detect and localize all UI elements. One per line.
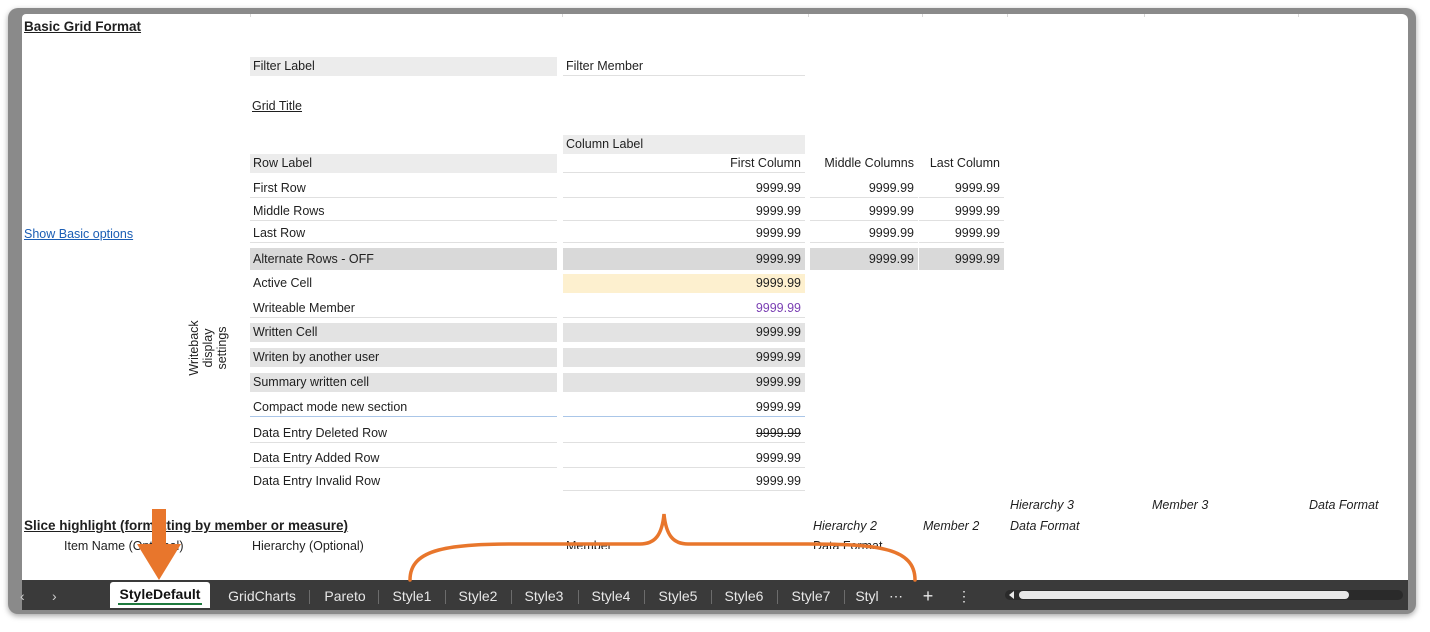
column-label-cell[interactable]: Column Label xyxy=(563,135,805,154)
value-cell[interactable]: 9999.99 xyxy=(919,248,1004,270)
tab-separator xyxy=(711,590,712,604)
tab-separator xyxy=(511,590,512,604)
data-format2-cell[interactable]: Data Format xyxy=(1010,517,1079,535)
section-title-basic-grid: Basic Grid Format xyxy=(24,19,142,34)
value-cell[interactable]: 9999.99 xyxy=(563,224,805,243)
section-title-slice-highlight: Slice highlight (formatting by member or… xyxy=(24,518,349,533)
row-label-header[interactable]: Row Label xyxy=(250,154,557,173)
writeable-member-value[interactable]: 9999.99 xyxy=(563,299,805,318)
active-cell-value[interactable]: 9999.99 xyxy=(563,274,805,293)
added-row-value[interactable]: 9999.99 xyxy=(563,449,805,468)
member-cell[interactable]: Member xyxy=(566,537,612,549)
row-label-compact-mode[interactable]: Compact mode new section xyxy=(250,398,557,417)
member3-cell[interactable]: Member 3 xyxy=(1152,496,1208,514)
value-cell[interactable]: 9999.99 xyxy=(563,202,805,221)
writeback-label-line: settings xyxy=(215,326,229,370)
tab-style4[interactable]: Style4 xyxy=(583,585,639,607)
tab-style2[interactable]: Style2 xyxy=(450,585,506,607)
add-sheet-icon[interactable]: + xyxy=(918,585,938,607)
tab-separator xyxy=(309,590,310,604)
horizontal-scrollbar[interactable] xyxy=(1005,590,1403,600)
row-label-alternate[interactable]: Alternate Rows - OFF xyxy=(250,248,557,270)
tab-separator xyxy=(644,590,645,604)
writeback-display-settings-label: Writeback display settings xyxy=(187,298,229,398)
writeback-label-line: Writeback xyxy=(187,320,201,376)
value-cell[interactable]: 9999.99 xyxy=(919,179,1004,198)
row-label-written-by-other[interactable]: Writen by another user xyxy=(250,348,557,367)
row-label-deleted-row[interactable]: Data Entry Deleted Row xyxy=(250,424,557,443)
data-format-cell[interactable]: Data Format xyxy=(813,537,882,549)
scroll-left-icon[interactable] xyxy=(1008,591,1016,599)
value-cell[interactable]: 9999.99 xyxy=(810,179,918,198)
column-gridlines xyxy=(22,14,1408,17)
row-label-middle[interactable]: Middle Rows xyxy=(250,202,557,221)
item-name-cell[interactable]: Item Name (Optional) xyxy=(64,537,183,555)
tab-separator xyxy=(578,590,579,604)
tab-styledefault[interactable]: StyleDefault xyxy=(110,582,210,608)
row-label-writeable-member[interactable]: Writeable Member xyxy=(250,299,557,318)
more-tabs-icon[interactable]: ⋯ xyxy=(886,585,906,607)
invalid-row-value[interactable]: 9999.99 xyxy=(563,472,805,491)
tab-separator xyxy=(777,590,778,604)
hierarchy2-cell[interactable]: Hierarchy 2 xyxy=(813,517,877,535)
hierarchy3-cell[interactable]: Hierarchy 3 xyxy=(1010,496,1074,514)
filter-member-cell[interactable]: Filter Member xyxy=(563,57,805,76)
first-column-header[interactable]: First Column xyxy=(563,154,805,173)
spreadsheet-grid: Basic Grid Format Filter Label Filter Me… xyxy=(22,14,1408,580)
row-label-active-cell[interactable]: Active Cell xyxy=(250,274,557,293)
tab-style6[interactable]: Style6 xyxy=(716,585,772,607)
tab-separator xyxy=(378,590,379,604)
tab-style5[interactable]: Style5 xyxy=(650,585,706,607)
written-by-other-value[interactable]: 9999.99 xyxy=(563,348,805,367)
filter-label-cell[interactable]: Filter Label xyxy=(250,57,557,76)
row-label-invalid-row[interactable]: Data Entry Invalid Row xyxy=(250,472,557,491)
scrollbar-thumb[interactable] xyxy=(1019,591,1349,599)
grid-title-cell[interactable]: Grid Title xyxy=(252,97,302,115)
member2-cell[interactable]: Member 2 xyxy=(923,517,979,535)
tab-gridcharts[interactable]: GridCharts xyxy=(222,585,302,607)
tab-options-icon[interactable]: ⋮ xyxy=(956,585,972,607)
show-basic-options-link[interactable]: Show Basic options xyxy=(24,225,133,243)
middle-columns-header[interactable]: Middle Columns xyxy=(810,154,918,173)
value-cell[interactable]: 9999.99 xyxy=(563,248,805,270)
value-cell[interactable]: 9999.99 xyxy=(810,202,918,221)
deleted-row-value[interactable]: 9999.99 xyxy=(563,424,805,443)
row-label-last[interactable]: Last Row xyxy=(250,224,557,243)
tab-style-truncated[interactable]: Styl xyxy=(850,585,884,607)
row-label-added-row[interactable]: Data Entry Added Row xyxy=(250,449,557,468)
row-label-first[interactable]: First Row xyxy=(250,179,557,198)
summary-written-value[interactable]: 9999.99 xyxy=(563,373,805,392)
tab-pareto[interactable]: Pareto xyxy=(316,585,374,607)
data-format3-cell[interactable]: Data Format xyxy=(1309,496,1378,514)
tab-style3[interactable]: Style3 xyxy=(516,585,572,607)
tab-style1[interactable]: Style1 xyxy=(384,585,440,607)
value-cell[interactable]: 9999.99 xyxy=(919,202,1004,221)
value-cell[interactable]: 9999.99 xyxy=(810,248,918,270)
tab-style7[interactable]: Style7 xyxy=(783,585,839,607)
chevron-left-icon[interactable]: ‹ xyxy=(20,585,25,607)
writeback-label-line: display xyxy=(201,328,215,368)
value-cell[interactable]: 9999.99 xyxy=(919,224,1004,243)
tab-separator xyxy=(445,590,446,604)
chevron-right-icon[interactable]: › xyxy=(52,585,57,607)
value-cell[interactable]: 9999.99 xyxy=(563,179,805,198)
written-cell-value[interactable]: 9999.99 xyxy=(563,323,805,342)
row-label-summary-written[interactable]: Summary written cell xyxy=(250,373,557,392)
last-column-header[interactable]: Last Column xyxy=(919,154,1004,173)
compact-mode-value[interactable]: 9999.99 xyxy=(563,398,805,417)
hierarchy-optional-cell[interactable]: Hierarchy (Optional) xyxy=(252,537,364,555)
row-label-written-cell[interactable]: Written Cell xyxy=(250,323,557,342)
deleted-row-value-text: 9999.99 xyxy=(755,426,801,440)
tab-separator xyxy=(844,590,845,604)
sheet-tab-bar: ‹ › StyleDefault GridCharts Pareto Style… xyxy=(20,580,1408,610)
value-cell[interactable]: 9999.99 xyxy=(810,224,918,243)
